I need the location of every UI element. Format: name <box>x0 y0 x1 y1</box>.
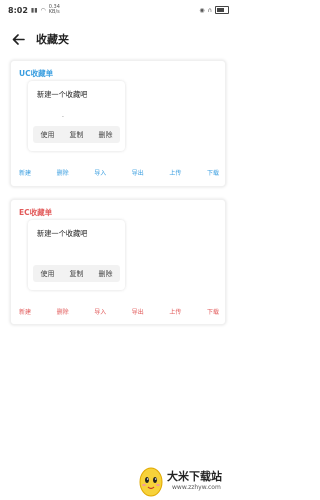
uc-download-button[interactable]: 下载 <box>207 168 219 177</box>
status-right: ◉ ∩ <box>199 6 229 14</box>
uc-item-dot: . <box>62 112 64 119</box>
uc-new-button[interactable]: 新建 <box>19 168 31 177</box>
ec-new-button[interactable]: 新建 <box>19 307 31 316</box>
arrow-left-icon <box>12 33 25 45</box>
ec-toolbar: 新建 删除 导入 导出 上传 下载 <box>11 307 227 316</box>
uc-export-button[interactable]: 导出 <box>132 168 144 177</box>
watermark-title: 大米下载站 <box>167 470 222 483</box>
uc-item-title: 新建一个收藏吧 <box>37 90 88 99</box>
ec-delete-button[interactable]: 删除 <box>99 269 113 279</box>
ec-card-title: EC收藏单 <box>19 208 53 217</box>
ec-delete-all-button[interactable]: 删除 <box>57 307 69 316</box>
status-time: 8:02 <box>8 5 28 15</box>
uc-favorite-item[interactable]: 新建一个收藏吧 . 使用 复制 删除 <box>28 81 125 151</box>
wifi-icon: ◠ <box>40 6 46 14</box>
uc-item-actions: 使用 复制 删除 <box>33 126 120 143</box>
ec-download-button[interactable]: 下载 <box>207 307 219 316</box>
watermark-url: www.zzhyw.com <box>172 484 221 491</box>
uc-import-button[interactable]: 导入 <box>94 168 106 177</box>
ec-export-button[interactable]: 导出 <box>132 307 144 316</box>
uc-delete-all-button[interactable]: 删除 <box>57 168 69 177</box>
ec-item-actions: 使用 复制 删除 <box>33 265 120 282</box>
network-speed-unit: KB/s <box>48 9 60 15</box>
page-title: 收藏夹 <box>36 33 69 46</box>
uc-card-title: UC收藏单 <box>19 69 54 78</box>
back-button[interactable] <box>9 30 27 48</box>
uc-delete-button[interactable]: 删除 <box>99 130 113 140</box>
ec-favorite-item[interactable]: 新建一个收藏吧 使用 复制 删除 <box>28 220 125 290</box>
uc-collection-card: UC收藏单 新建一个收藏吧 . 使用 复制 删除 新建 删除 导入 导出 上传 … <box>10 60 226 187</box>
uc-use-button[interactable]: 使用 <box>41 130 55 140</box>
headset-icon: ∩ <box>207 6 212 14</box>
ec-collection-card: EC收藏单 新建一个收藏吧 使用 复制 删除 新建 删除 导入 导出 上传 下载 <box>10 199 226 325</box>
site-watermark: 大米下载站 www.zzhyw.com <box>124 460 237 500</box>
rice-mascot-logo-icon <box>139 467 163 497</box>
status-bar: 8:02 ▮▮ ◠ 0.34 KB/s ◉ ∩ <box>0 0 237 20</box>
status-left: 8:02 ▮▮ ◠ 0.34 KB/s <box>8 5 60 15</box>
ec-upload-button[interactable]: 上传 <box>169 307 181 316</box>
ec-import-button[interactable]: 导入 <box>94 307 106 316</box>
alarm-icon: ◉ <box>199 6 205 14</box>
battery-icon <box>215 6 229 14</box>
network-speed: 0.34 KB/s <box>49 5 60 15</box>
app-bar: 收藏夹 <box>0 26 237 52</box>
ec-use-button[interactable]: 使用 <box>41 269 55 279</box>
ec-copy-button[interactable]: 复制 <box>70 269 84 279</box>
signal-icon: ▮▮ <box>30 6 38 14</box>
ec-item-title: 新建一个收藏吧 <box>37 229 88 238</box>
uc-copy-button[interactable]: 复制 <box>70 130 84 140</box>
uc-toolbar: 新建 删除 导入 导出 上传 下载 <box>11 168 227 177</box>
uc-upload-button[interactable]: 上传 <box>169 168 181 177</box>
